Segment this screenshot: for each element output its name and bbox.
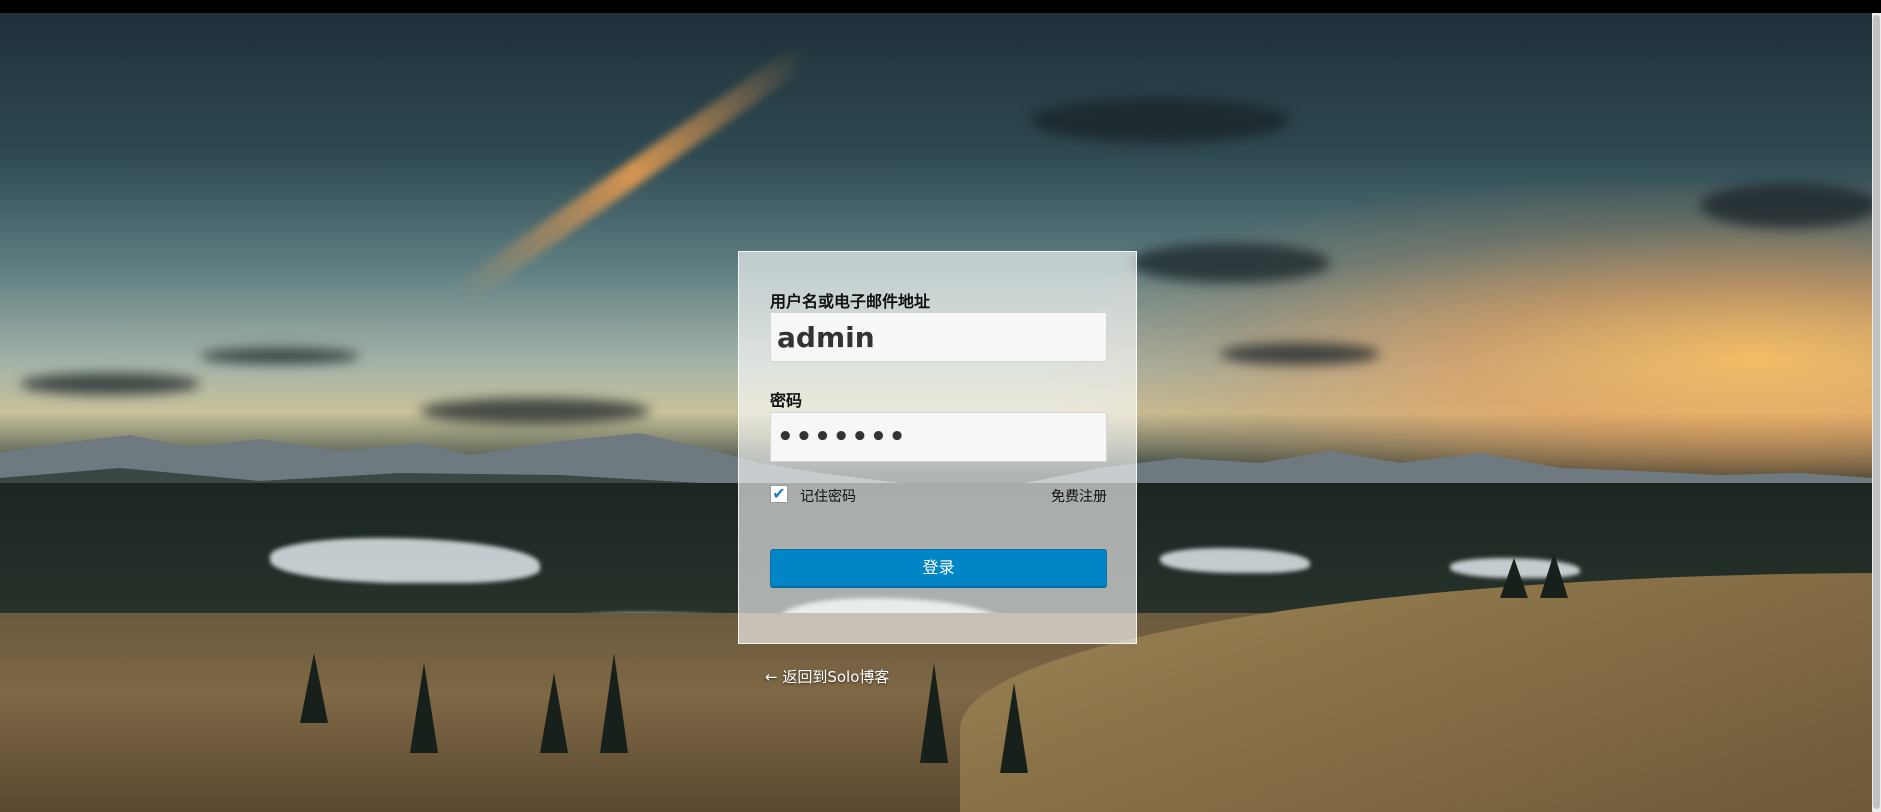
cloud [20,373,200,395]
remember-label[interactable]: 记住密码 [800,486,856,506]
pine-tree [1540,553,1568,598]
scrollbar-thumb[interactable] [1873,15,1880,809]
login-button[interactable]: 登录 [770,549,1107,587]
pine-tree [920,663,948,763]
password-label: 密码 [770,391,803,410]
register-link[interactable]: 免费注册 [1051,486,1107,506]
cloud [420,398,650,424]
scrollbar[interactable] [1872,13,1881,812]
pine-tree [1000,683,1028,773]
pine-tree [600,653,628,753]
pine-tree [300,653,328,723]
pine-tree [410,663,438,753]
pine-tree [540,673,568,753]
top-bar [0,0,1881,13]
cloud [1130,243,1330,283]
password-input[interactable] [770,412,1107,462]
remember-row: ✔ 记住密码 免费注册 [770,485,1107,507]
remember-checkbox[interactable]: ✔ [770,485,788,503]
back-to-blog-link[interactable]: ← 返回到Solo博客 [765,666,889,687]
cloud [1700,183,1872,228]
username-input[interactable] [770,312,1107,362]
cloud [1030,98,1290,143]
username-label: 用户名或电子邮件地址 [770,292,931,311]
cloud [200,348,360,364]
login-form: 用户名或电子邮件地址 密码 ✔ 记住密码 免费注册 登录 [738,251,1137,644]
cloud [1220,343,1380,365]
pine-tree [1500,558,1528,598]
